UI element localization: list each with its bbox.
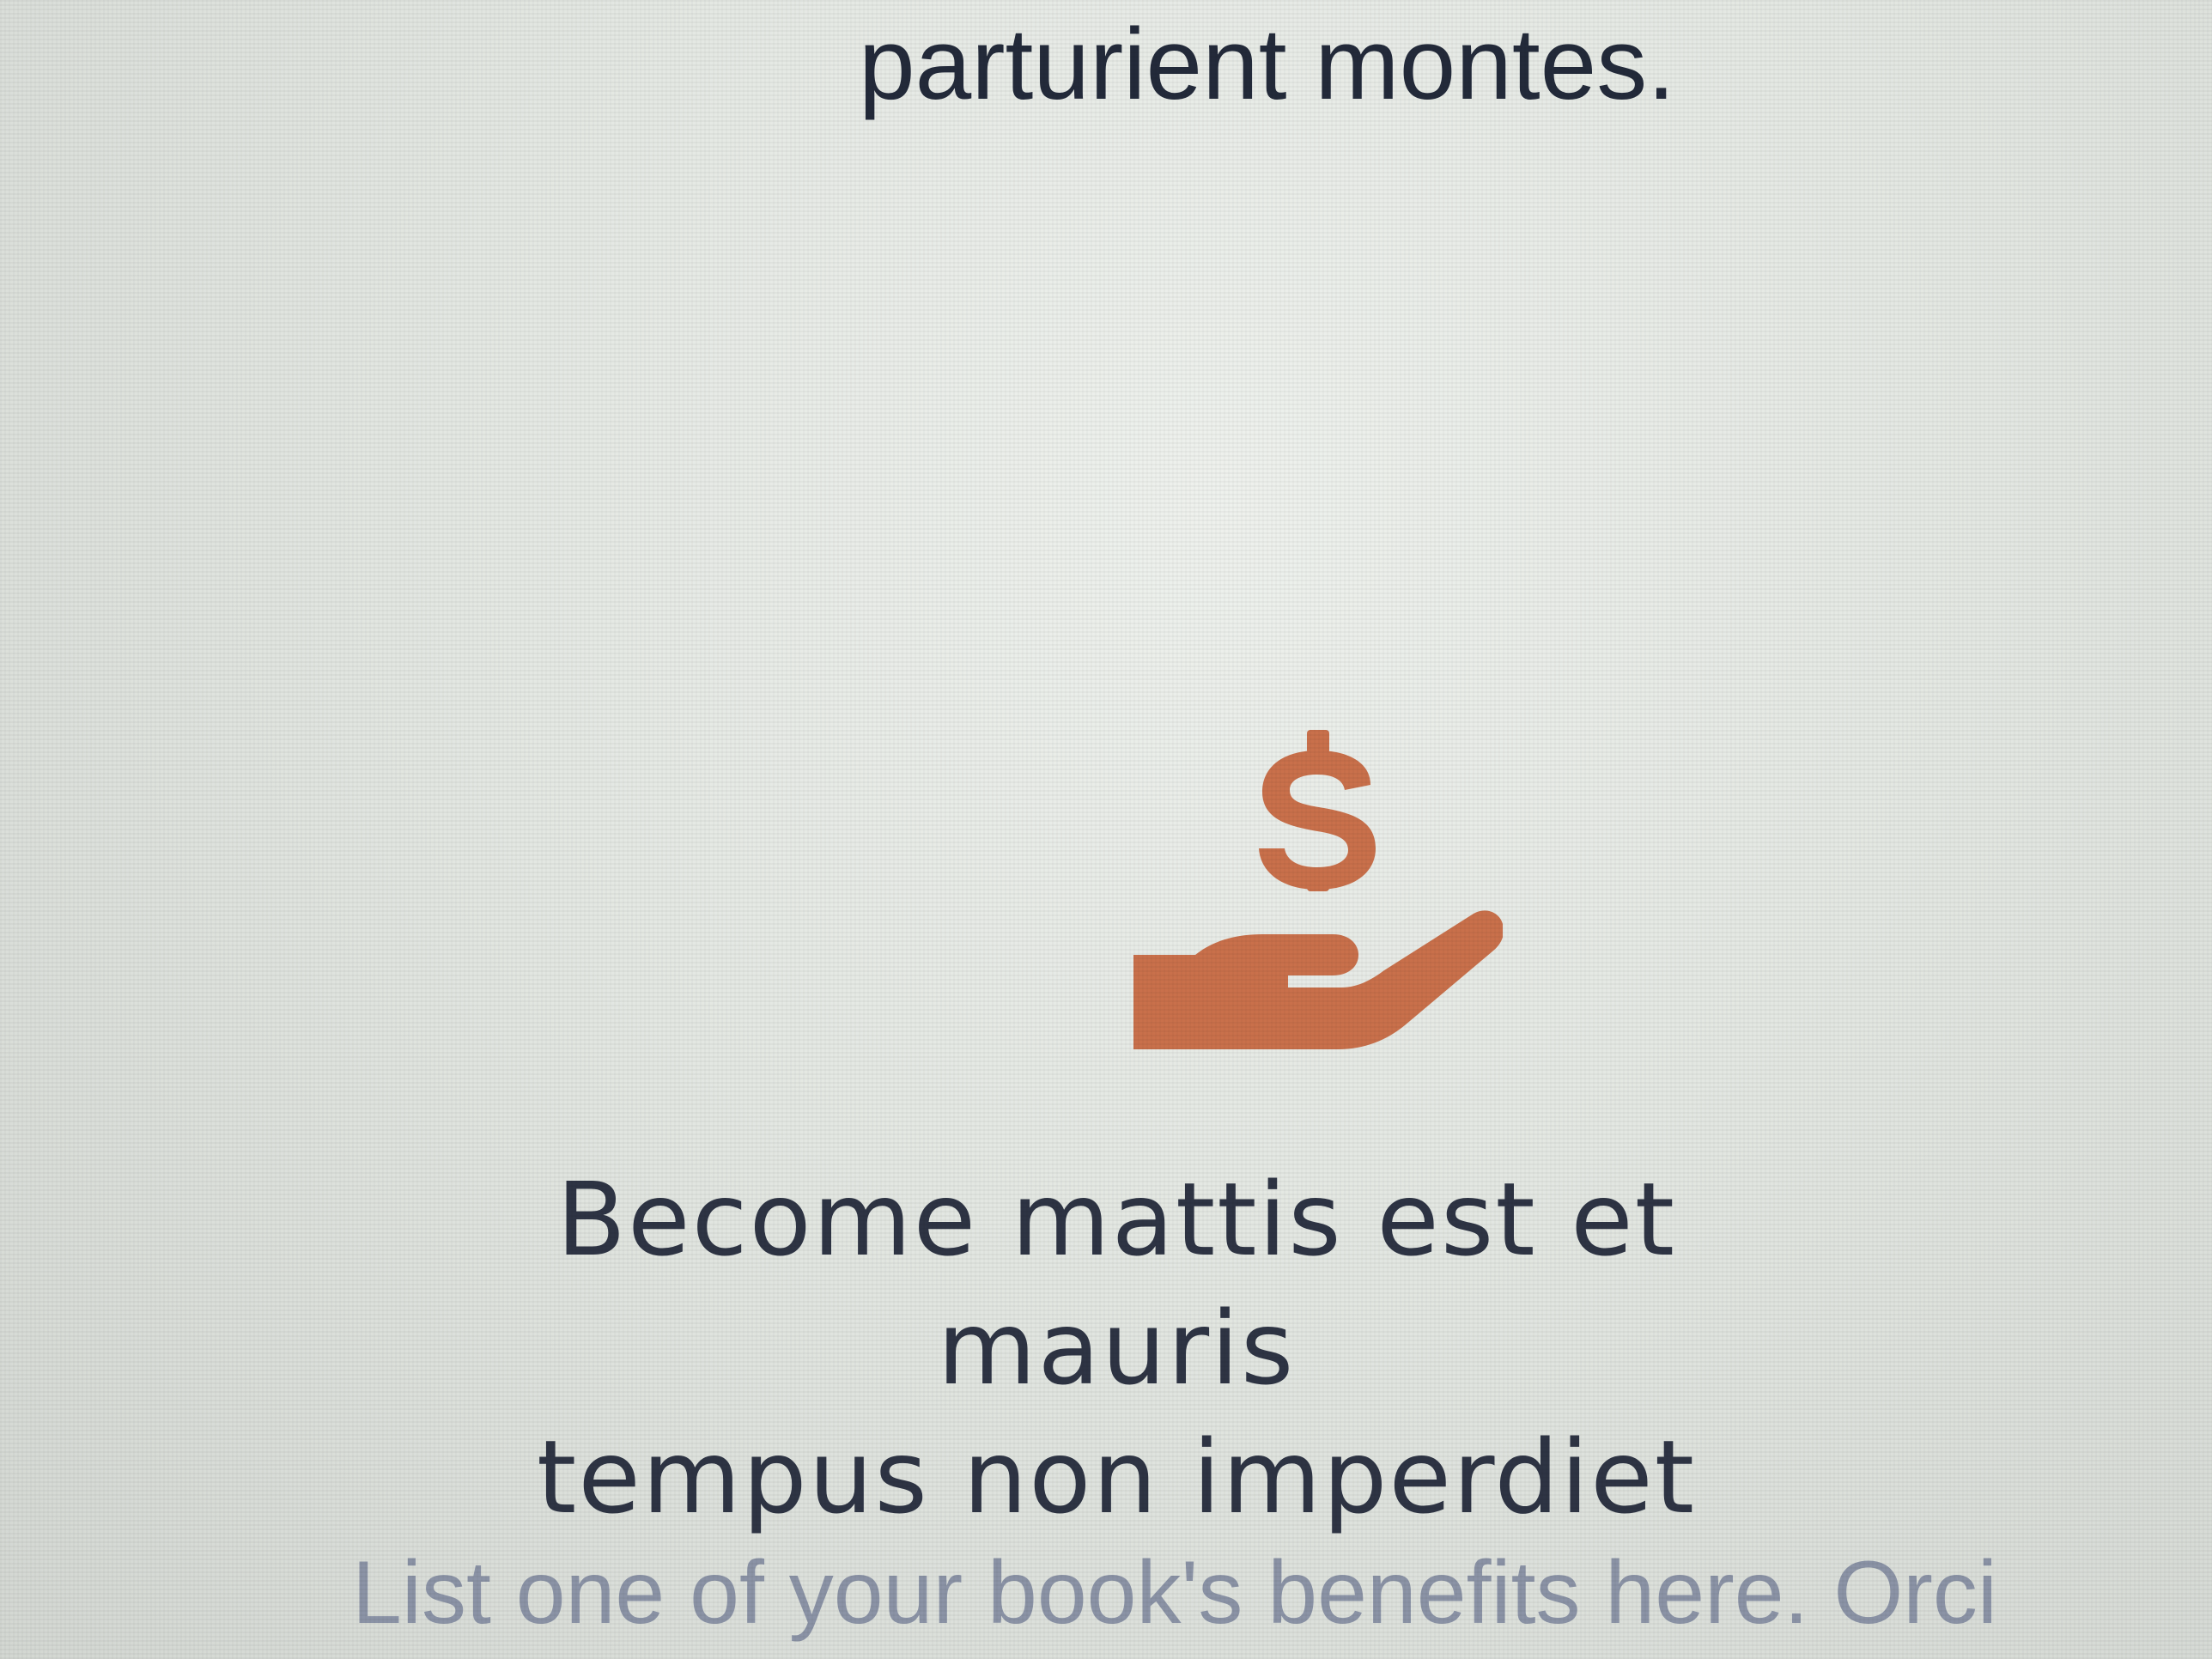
benefit-heading-line-2: tempus non imperdiet <box>537 1418 1696 1536</box>
screen: parturient montes. Become mattis est et … <box>0 0 2212 1659</box>
preceding-paragraph-text: parturient montes. <box>859 8 1676 121</box>
benefit-heading: Become mattis est et mauris tempus non i… <box>429 1155 1803 1541</box>
hand-holding-dollar-icon <box>1133 730 1503 1056</box>
benefit-heading-line-1: Become mattis est et mauris <box>556 1160 1676 1407</box>
benefit-description: List one of your book's benefits here. O… <box>352 1543 1997 1643</box>
